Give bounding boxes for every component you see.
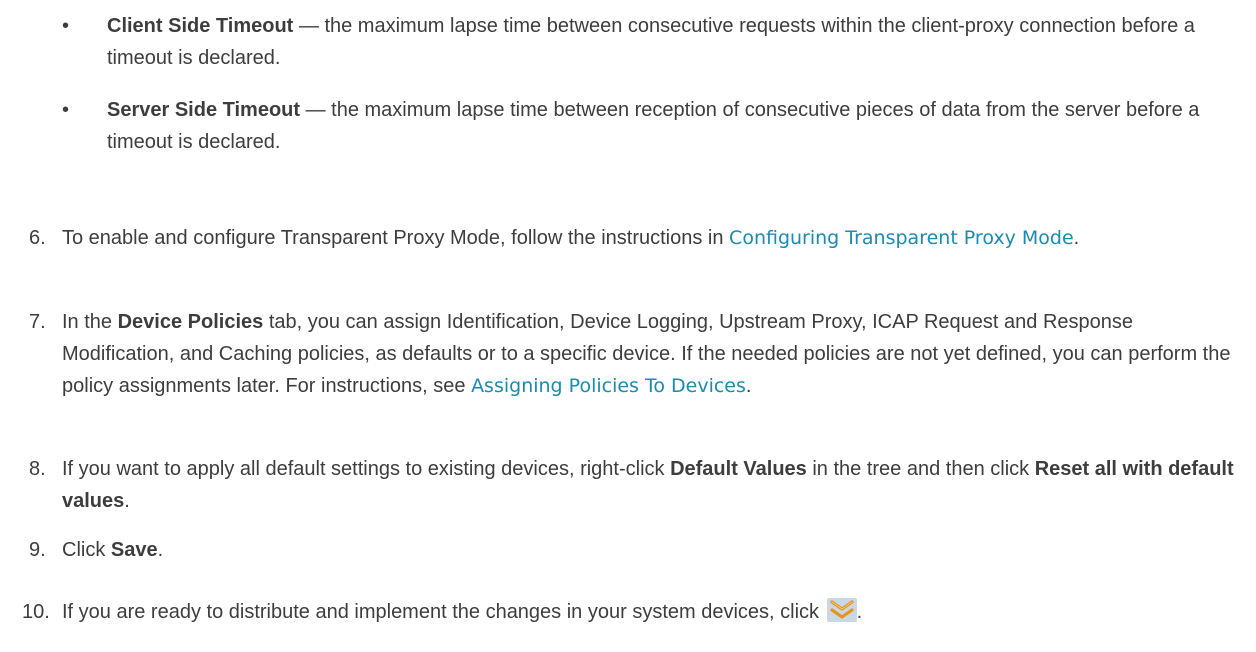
distribute-icon[interactable] [826,598,857,622]
bullet-term: Server Side Timeout [107,99,301,121]
step-text: Click [62,539,111,561]
link-configuring-transparent-proxy-mode[interactable]: Configuring Transparent Proxy Mode [729,227,1074,249]
step-bold-default-values: Default Values [670,458,807,480]
step-text: . [124,490,130,512]
timeout-bullet-list: • Client Side Timeout — the maximum laps… [0,10,1256,158]
document-page: • Client Side Timeout — the maximum laps… [0,0,1256,652]
step-body: If you want to apply all default setting… [0,453,1248,517]
bullet-dot: • [62,99,70,121]
bullet-dot: • [62,15,70,37]
step-body: If you are ready to distribute and imple… [0,596,1248,628]
step-text: . [745,375,752,397]
bullet-term: Client Side Timeout [107,15,294,37]
step-6: 6. To enable and configure Transparent P… [0,222,1256,254]
step-9: 9. Click Save. [0,534,1256,566]
step-8: 8. If you want to apply all default sett… [0,453,1256,517]
step-7: 7. In the Device Policies tab, you can a… [0,306,1256,402]
step-text: If you are ready to distribute and imple… [62,601,825,623]
step-body: To enable and configure Transparent Prox… [0,222,1248,254]
step-bold-save: Save [110,539,158,561]
step-text: To enable and configure Transparent Prox… [62,227,730,249]
bullet-server-side-timeout: • Server Side Timeout — the maximum laps… [0,94,1217,158]
step-text: . [856,601,863,623]
bullet-client-side-timeout: • Client Side Timeout — the maximum laps… [0,10,1217,74]
step-text: in the tree and then click [806,458,1035,480]
step-10: 10. If you are ready to distribute and i… [0,596,1256,628]
step-number: 8. [29,458,46,480]
step-body: Click Save. [0,534,1248,566]
step-text: In the [62,311,118,333]
step-body: In the Device Policies tab, you can assi… [0,306,1248,402]
step-number: 10. [22,601,50,623]
step-number: 7. [29,311,46,333]
step-text: If you want to apply all default setting… [62,458,671,480]
step-number: 6. [29,227,46,249]
step-text: . [1073,227,1080,249]
step-number: 9. [29,539,46,561]
step-text: . [157,539,164,561]
link-assigning-policies-to-devices[interactable]: Assigning Policies To Devices [471,375,746,397]
step-bold-device-policies: Device Policies [117,311,264,333]
